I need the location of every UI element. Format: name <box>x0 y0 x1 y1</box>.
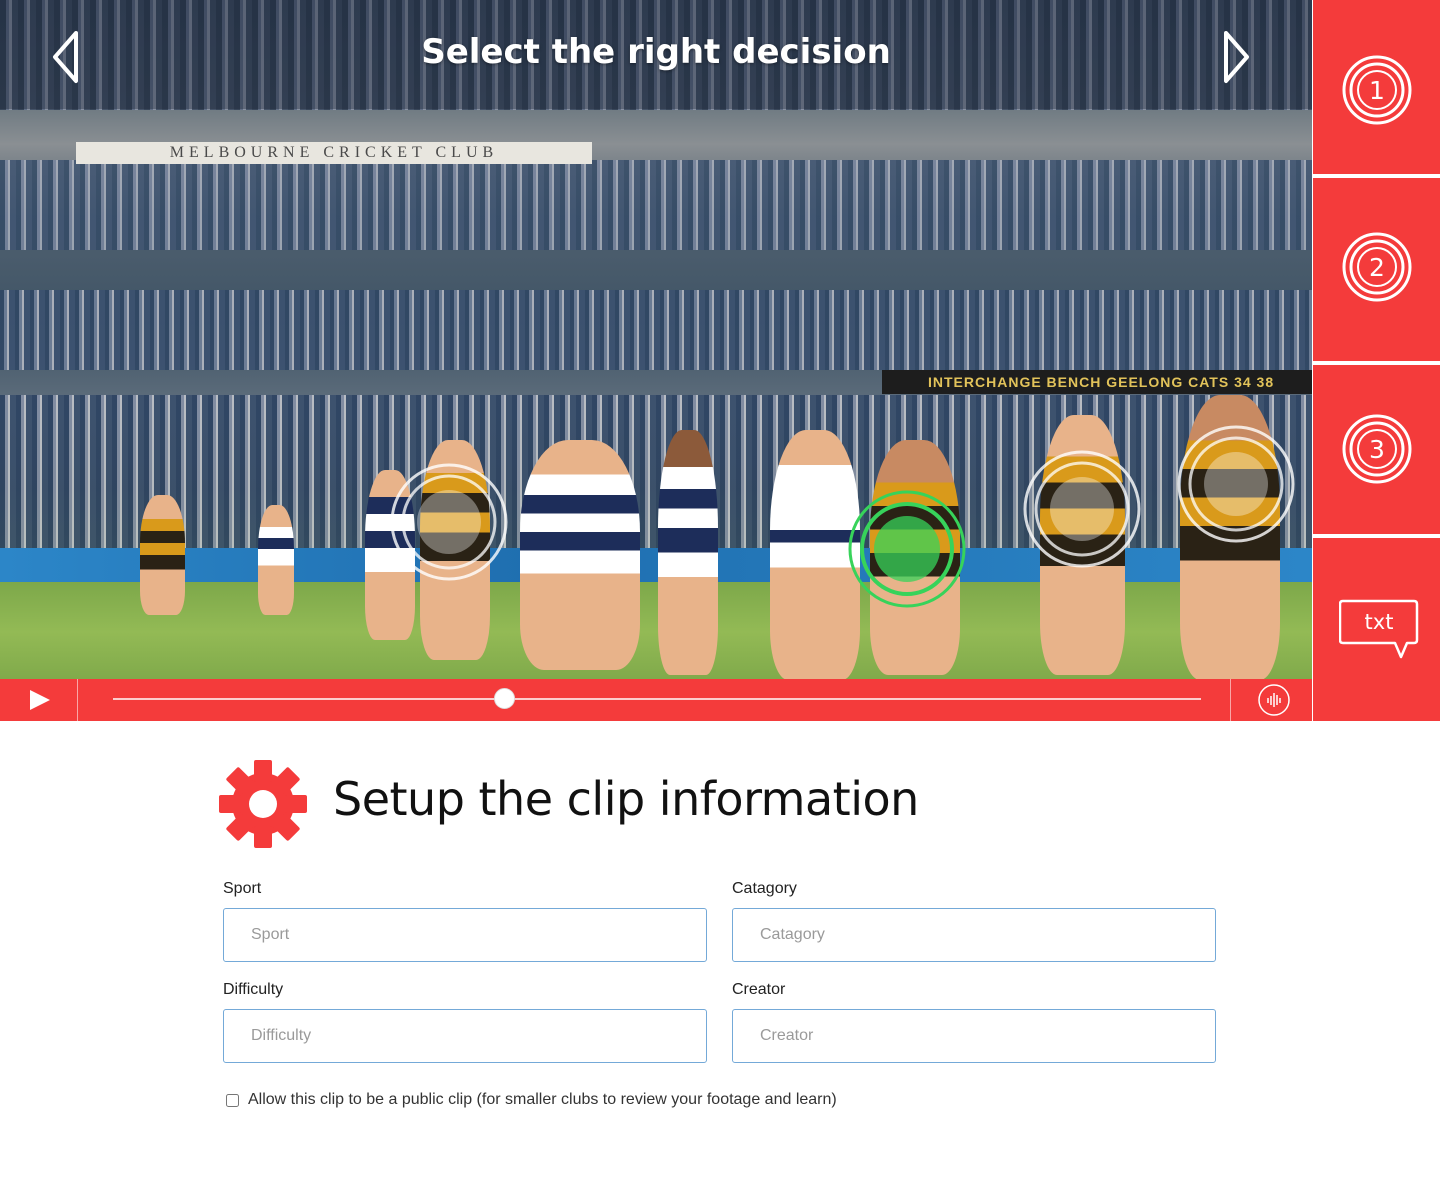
setup-header: Setup the clip information <box>219 758 939 848</box>
sidebar-option-3[interactable]: 3 <box>1313 365 1440 534</box>
sidebar-option-label: 2 <box>1369 253 1385 282</box>
stadium-sign: MELBOURNE CRICKET CLUB <box>76 142 592 164</box>
category-field-group: Catagory <box>732 878 1216 962</box>
decision-target[interactable] <box>390 463 508 581</box>
volume-icon <box>1258 684 1290 716</box>
gear-icon <box>219 760 307 848</box>
sport-label: Sport <box>223 880 262 897</box>
player <box>140 495 185 615</box>
public-clip-checkbox[interactable] <box>226 1094 239 1107</box>
numbered-target-icon: 3 <box>1342 414 1412 484</box>
category-input[interactable] <box>732 908 1216 962</box>
chevron-right-icon[interactable] <box>1221 30 1251 84</box>
play-button[interactable] <box>0 679 78 721</box>
player <box>520 440 640 670</box>
difficulty-field-group: Difficulty <box>223 979 707 1063</box>
chevron-left-icon[interactable] <box>51 30 81 84</box>
sport-input[interactable] <box>223 908 707 962</box>
creator-input[interactable] <box>732 1009 1216 1063</box>
public-clip-label[interactable]: Allow this clip to be a public clip (for… <box>248 1090 837 1110</box>
creator-label: Creator <box>732 981 786 998</box>
sport-field-group: Sport <box>223 878 707 962</box>
video-player[interactable]: MELBOURNE CRICKET CLUB INTERCHANGE BENCH… <box>0 0 1312 721</box>
scoreboard-sign: INTERCHANGE BENCH GEELONG CATS 34 38 <box>882 370 1312 394</box>
player <box>770 430 860 680</box>
sidebar-option-label: 1 <box>1369 76 1385 105</box>
speech-bubble-icon: txt <box>1339 599 1419 659</box>
difficulty-input[interactable] <box>223 1009 707 1063</box>
stadium-stand-middle <box>0 160 1312 250</box>
category-label: Catagory <box>732 880 797 897</box>
player <box>258 505 294 615</box>
sidebar-option-2[interactable]: 2 <box>1313 178 1440 361</box>
decision-target[interactable] <box>1177 425 1295 543</box>
page-title: Select the right decision <box>421 32 891 72</box>
difficulty-label: Difficulty <box>223 981 284 998</box>
volume-button[interactable] <box>1230 679 1312 721</box>
player <box>658 430 718 675</box>
seek-handle[interactable] <box>494 688 516 709</box>
sidebar-text-label: txt <box>1365 610 1394 634</box>
seek-track[interactable] <box>113 698 1201 700</box>
sidebar-option-label: 3 <box>1369 435 1385 464</box>
sidebar-text-button[interactable]: txt <box>1313 538 1440 721</box>
form-title: Setup the clip information <box>333 772 919 826</box>
sidebar-option-1[interactable]: 1 <box>1313 0 1440 174</box>
numbered-target-icon: 2 <box>1342 232 1412 302</box>
decision-sidebar: 1 2 3 txt <box>1313 0 1440 721</box>
play-icon <box>30 690 50 710</box>
creator-field-group: Creator <box>732 979 1216 1063</box>
decision-target-selected[interactable] <box>848 490 966 608</box>
video-controls <box>0 679 1312 721</box>
stadium-stand-lower <box>0 290 1312 370</box>
decision-target[interactable] <box>1023 450 1141 568</box>
numbered-target-icon: 1 <box>1342 55 1412 125</box>
